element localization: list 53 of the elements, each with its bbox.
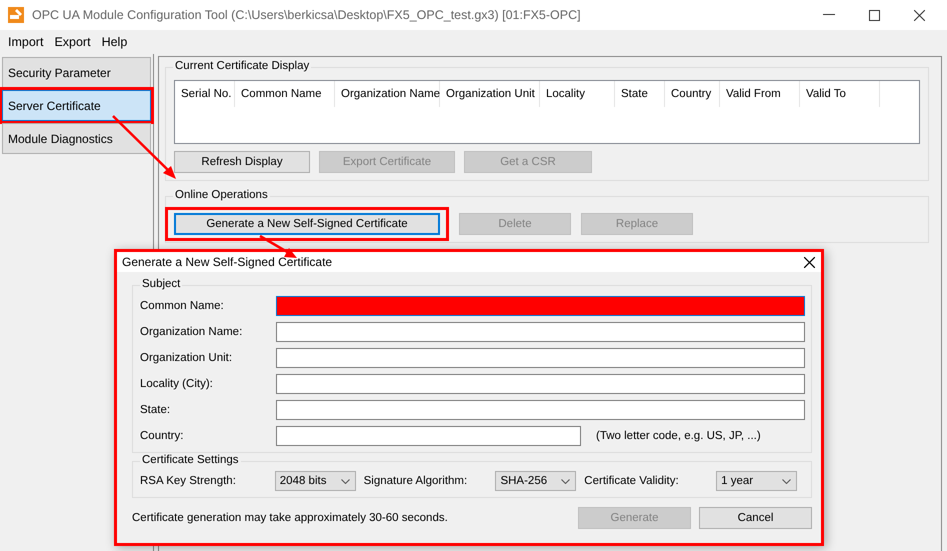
field-label: Locality (City): [140,378,214,390]
column-header[interactable]: Locality [540,81,615,107]
text-field[interactable] [276,374,805,394]
menu-item[interactable]: Help [102,35,128,49]
action-button[interactable]: Refresh Display [174,151,310,173]
field-label: Signature Algorithm: [364,475,468,487]
column-header[interactable]: Serial No. [175,81,235,107]
maximize-icon[interactable] [869,10,880,20]
sidebar-item[interactable]: Server Certificate [2,90,151,121]
dialog-button[interactable]: Cancel [699,507,812,529]
annotation-arrow [112,115,176,179]
text-field[interactable] [276,322,805,342]
dialog-title: Generate a New Self-Signed Certificate [122,255,332,269]
column-header[interactable]: Organization Name [335,81,440,107]
sidebar-item[interactable]: Security Parameter [2,57,151,88]
column-header[interactable]: Organization Unit [440,81,540,107]
text-field[interactable] [276,426,581,446]
column-header[interactable]: State [615,81,665,107]
group-title: Subject [140,278,182,290]
app-logo-icon [8,7,24,23]
chevron-down-icon [561,478,570,484]
field-label: State: [140,404,172,416]
menu-item[interactable]: Import [8,35,44,49]
menu-item[interactable]: Export [54,35,91,49]
field-label: Organization Name: [140,326,244,338]
close-icon[interactable] [804,256,815,268]
field-label: Common Name: [140,300,225,312]
dropdown[interactable]: 1 year [716,471,797,491]
window-title: OPC UA Module Configuration Tool (C:\Users\berkicsa\Desktop\FX5_OPC_test.gx3) [01:FX5-OPC] [32,8,582,22]
column-header[interactable]: Valid From [720,81,800,107]
hint-text: (Two letter code, e.g. US, JP, ...) [596,430,761,442]
sidebar-item[interactable]: Module Diagnostics [2,123,151,154]
field-label: Organization Unit: [140,352,234,364]
group-title: Current Certificate Display [173,60,312,72]
text-field[interactable] [276,348,805,368]
close-icon[interactable] [914,10,925,20]
chevron-down-icon [782,478,791,484]
text-field[interactable] [276,296,805,316]
action-button[interactable]: Generate a New Self-Signed Certificate [174,213,440,235]
column-header[interactable]: Valid To [800,81,880,107]
group-title: Certificate Settings [140,454,241,466]
info-text: Certificate generation may take approximately 30-60 seconds. [132,512,449,524]
chevron-down-icon [340,478,350,484]
group-title: Online Operations [173,189,270,201]
dropdown[interactable]: SHA-256 [495,471,576,491]
field-label: Country: [140,430,184,442]
field-label: Certificate Validity: [584,475,680,487]
column-header[interactable]: Common Name [235,81,335,107]
field-label: RSA Key Strength: [140,475,237,487]
dropdown[interactable]: 2048 bits [274,471,356,491]
column-header[interactable]: Country [665,81,720,107]
text-field[interactable] [276,400,805,420]
minimize-icon[interactable] [823,14,835,16]
